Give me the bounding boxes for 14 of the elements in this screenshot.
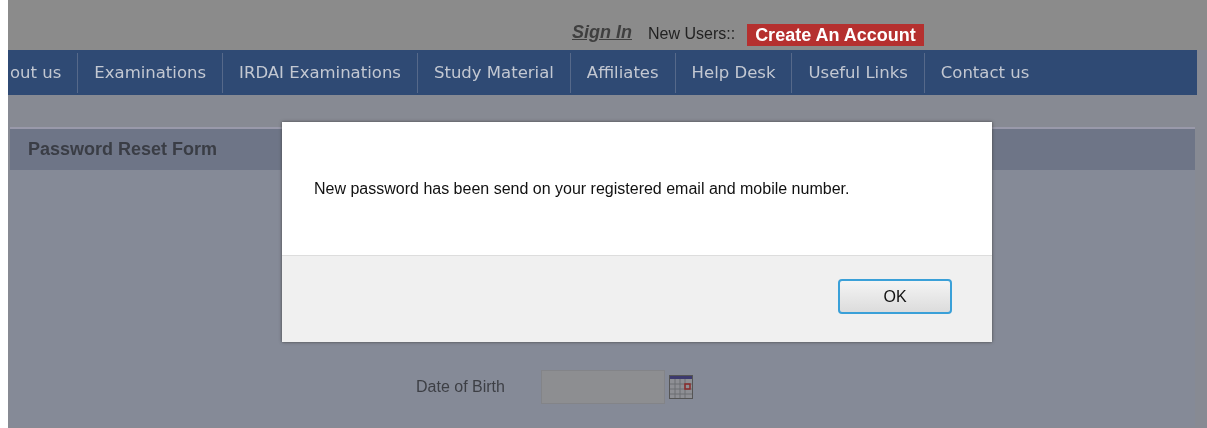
nav-link[interactable]: IRDAI Examinations (223, 52, 418, 93)
nav-link[interactable]: Examinations (78, 52, 224, 93)
create-account-link[interactable]: Create An Account (747, 24, 924, 46)
nav-link[interactable]: Affiliates (570, 52, 676, 93)
nav-link[interactable]: Help Desk (675, 52, 793, 93)
new-users-label: New Users:: (648, 24, 736, 44)
sign-in-link[interactable]: Sign In (568, 19, 636, 46)
calendar-icon[interactable] (668, 375, 693, 399)
nav-link[interactable]: Useful Links (792, 52, 925, 93)
nav-link[interactable]: Contact us (924, 52, 1046, 93)
field-label: Date of Birth (416, 377, 505, 397)
nav-link[interactable]: out us (8, 52, 79, 93)
nav-link[interactable]: Study Material (417, 52, 571, 93)
ok-button[interactable]: OK (838, 279, 952, 314)
